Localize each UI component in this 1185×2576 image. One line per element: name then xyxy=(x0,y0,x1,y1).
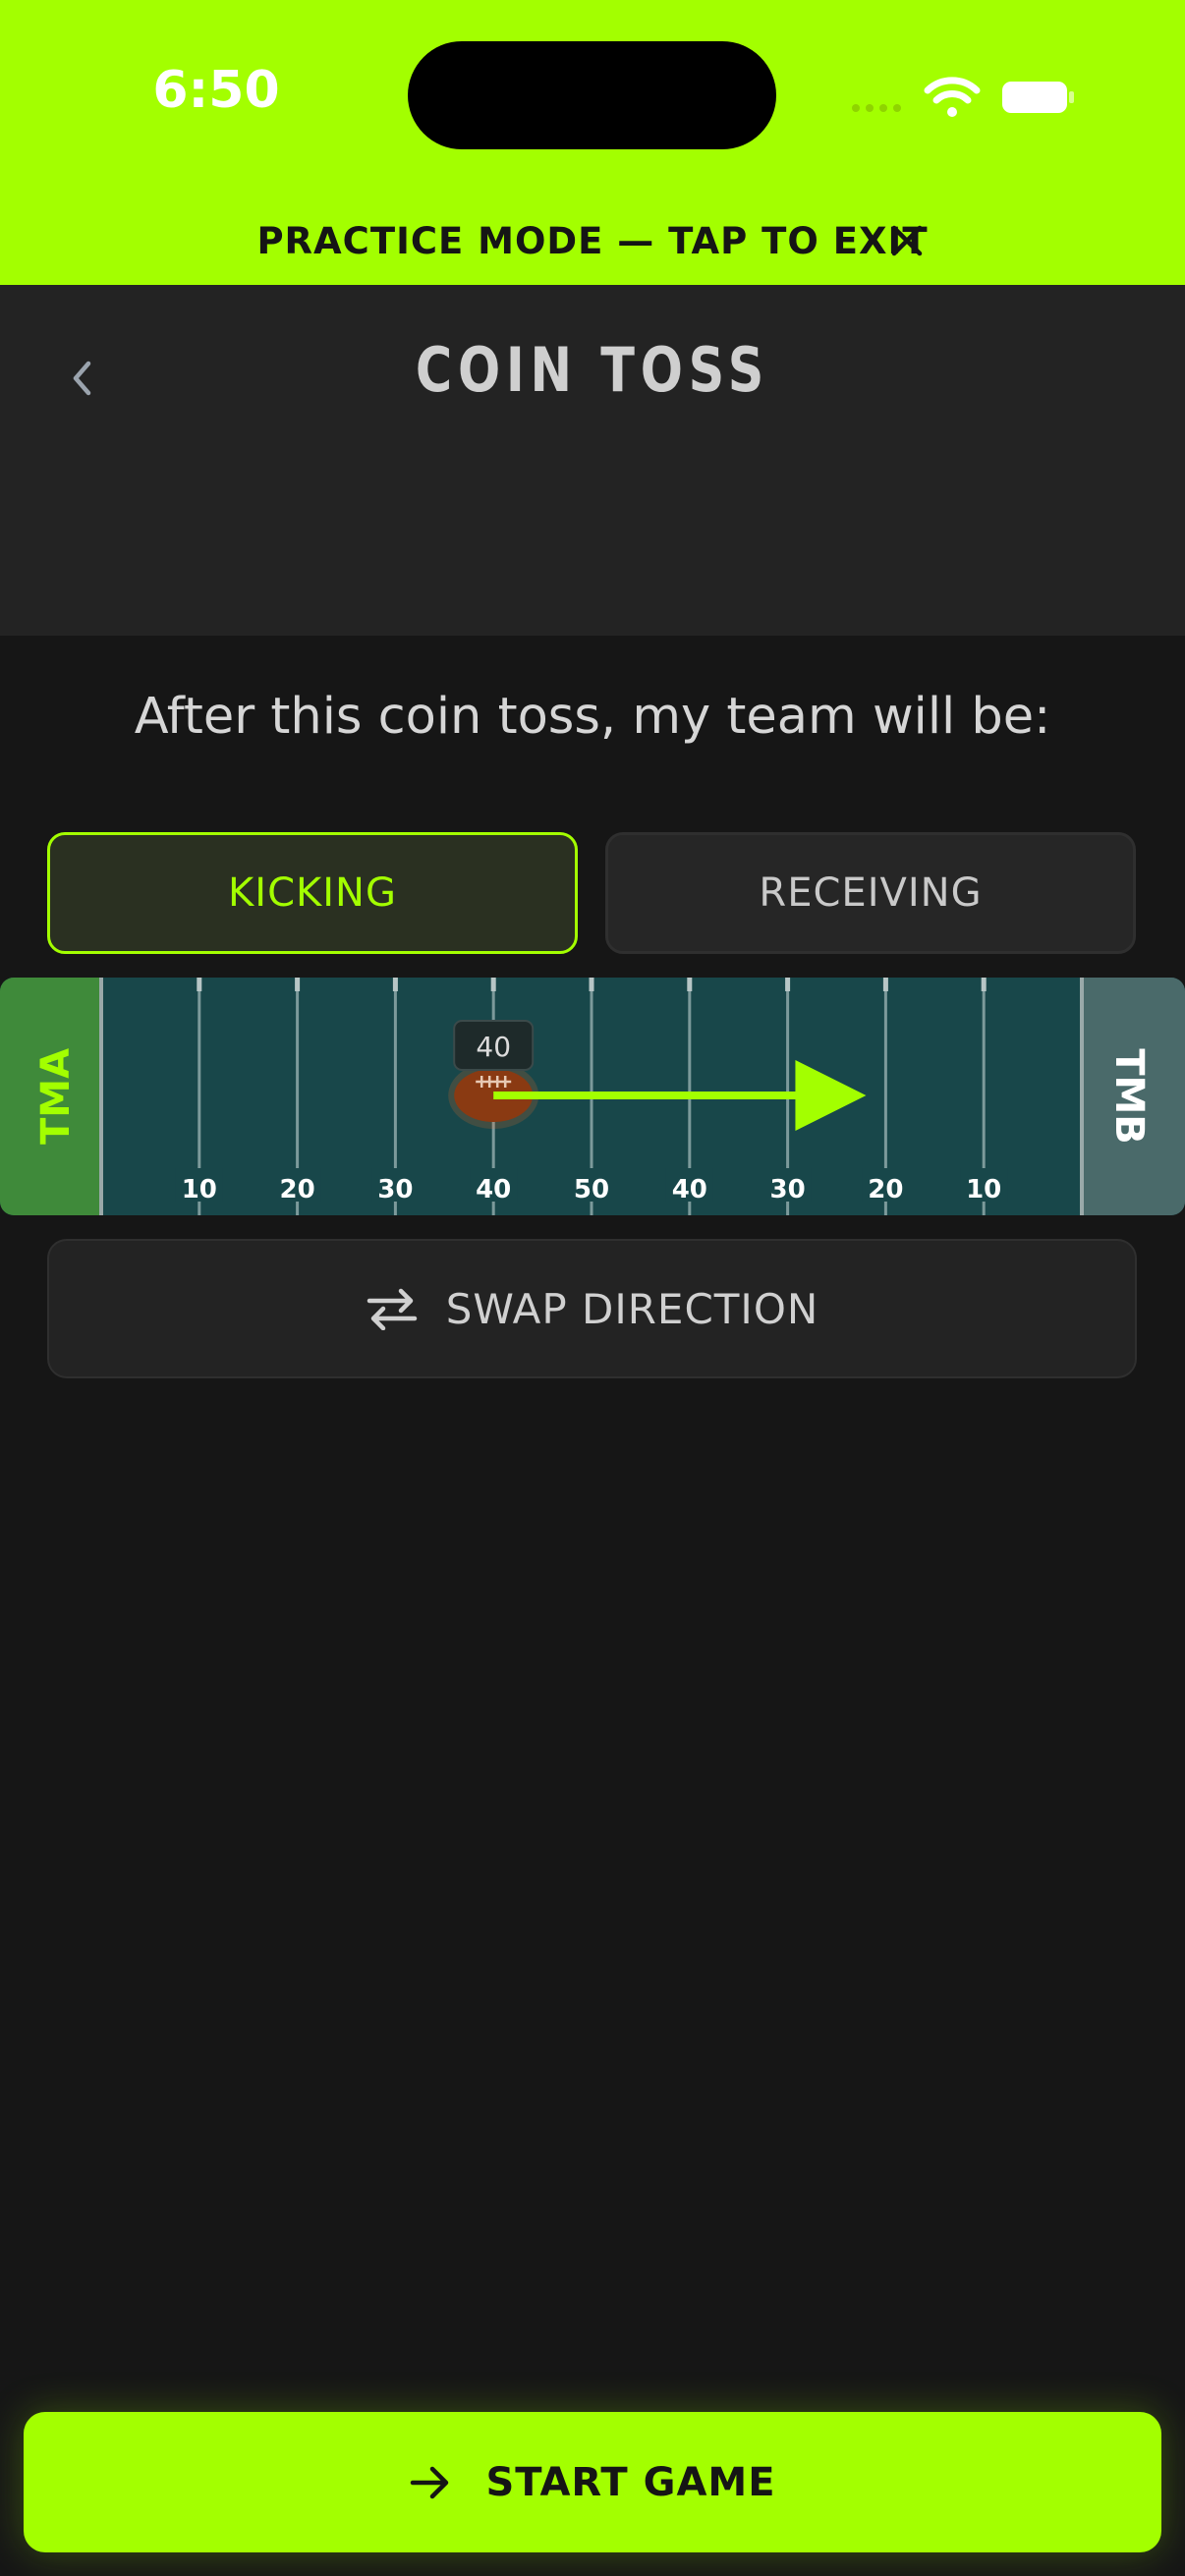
yard-label: 10 xyxy=(966,1175,1001,1204)
status-bar: 6:50 xyxy=(0,0,1185,196)
left-team-label: TMA xyxy=(33,1048,79,1145)
battery-icon xyxy=(1002,82,1074,113)
yard-tick xyxy=(981,978,987,991)
start-game-button[interactable]: START GAME xyxy=(24,2412,1161,2552)
yard-tick xyxy=(882,978,888,991)
coin-toss-question: After this coin toss, my team will be: xyxy=(134,688,1051,746)
cellular-signal-icon xyxy=(852,104,901,112)
yard-label: 20 xyxy=(868,1175,903,1204)
swap-direction-label: SWAP DIRECTION xyxy=(445,1284,819,1333)
football-field[interactable]: 10 20 30 40 50 40 30 20 10 TMA TMB 40 xyxy=(0,978,1185,1215)
kicking-button[interactable]: KICKING xyxy=(47,832,578,954)
receiving-button[interactable]: RECEIVING xyxy=(605,832,1136,954)
header: COIN TOSS xyxy=(0,285,1185,636)
practice-mode-banner[interactable]: PRACTICE MODE — TAP TO EXIT xyxy=(0,196,1185,285)
yard-tick xyxy=(392,978,398,991)
swap-direction-button[interactable]: SWAP DIRECTION xyxy=(47,1239,1137,1378)
yard-tick xyxy=(687,978,693,991)
wifi-icon xyxy=(924,77,981,117)
yard-tick xyxy=(785,978,791,991)
status-time: 6:50 xyxy=(152,61,280,120)
page-title: COIN TOSS xyxy=(415,334,770,406)
yard-label: 40 xyxy=(672,1175,707,1204)
practice-mode-text: PRACTICE MODE — TAP TO EXIT xyxy=(256,219,929,262)
swap-arrows-icon xyxy=(367,1288,417,1330)
yard-tick xyxy=(197,978,202,991)
yard-tick xyxy=(589,978,594,991)
right-team-label: TMB xyxy=(1106,1048,1152,1145)
yard-label: 40 xyxy=(476,1175,511,1204)
yard-label: 50 xyxy=(574,1175,609,1204)
start-game-label: START GAME xyxy=(485,2459,776,2505)
arrow-right-icon xyxy=(411,2466,449,2498)
yard-label: 30 xyxy=(377,1175,413,1204)
chevron-left-icon[interactable] xyxy=(63,344,102,413)
yard-label: 10 xyxy=(182,1175,217,1204)
ball-position-label: 40 xyxy=(476,1031,511,1063)
field-graphic: 10 20 30 40 50 40 30 20 10 TMA TMB 40 xyxy=(0,978,1185,1215)
yard-label: 30 xyxy=(770,1175,806,1204)
yard-tick xyxy=(490,978,496,991)
dynamic-island xyxy=(408,41,776,149)
yard-label: 20 xyxy=(280,1175,315,1204)
yard-tick xyxy=(295,978,301,991)
close-icon[interactable] xyxy=(884,218,930,263)
